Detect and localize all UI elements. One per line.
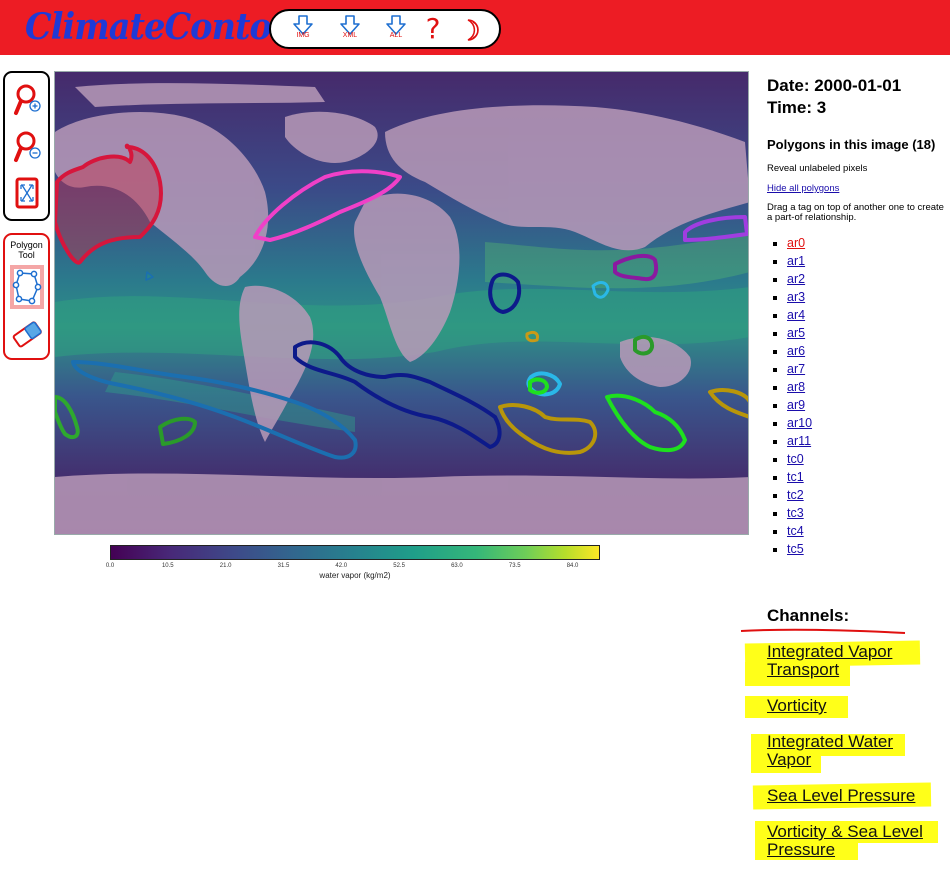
colorbar-tick: 21.0 <box>219 563 232 569</box>
polygon-tag-ar8[interactable]: ar8 <box>787 380 805 394</box>
help-button[interactable]: ? <box>421 11 445 47</box>
download-xml-label: XML <box>342 32 358 39</box>
download-all-button[interactable]: ALL <box>378 14 414 46</box>
polygon-tag-tc5[interactable]: tc5 <box>787 542 804 556</box>
polygon-tag-ar2[interactable]: ar2 <box>787 272 805 286</box>
polygon-tag-list: ar0 ar1 ar2 ar3 ar4 ar5 ar6 ar7 ar8 ar9 … <box>770 234 812 558</box>
channel-integrated-vapor-transport[interactable]: Integrated Vapor Transport <box>767 643 927 679</box>
list-item: ar4 <box>770 306 812 324</box>
list-item: ar5 <box>770 324 812 342</box>
channels-underline <box>740 628 906 634</box>
channel-vorticity[interactable]: Vorticity <box>767 697 827 715</box>
top-bar: ClimateContours IMG XML ALL ? <box>0 0 950 55</box>
polygon-tag-tc0[interactable]: tc0 <box>787 452 804 466</box>
polygon-tag-ar5[interactable]: ar5 <box>787 326 805 340</box>
reveal-unlabeled-pixels[interactable]: Reveal unlabeled pixels <box>767 163 867 174</box>
list-item: ar10 <box>770 414 812 432</box>
list-item: ar2 <box>770 270 812 288</box>
channel-integrated-water-vapor[interactable]: Integrated Water Vapor <box>767 733 917 769</box>
list-item: ar0 <box>770 234 812 252</box>
zoom-out-icon[interactable] <box>13 130 43 164</box>
list-item: tc3 <box>770 504 812 522</box>
polygon-tag-ar6[interactable]: ar6 <box>787 344 805 358</box>
colorbar-tick: 63.0 <box>451 563 463 569</box>
channel-sea-level-pressure[interactable]: Sea Level Pressure <box>767 787 915 805</box>
polygon-tag-ar9[interactable]: ar9 <box>787 398 805 412</box>
colorbar-tick: 10.5 <box>161 563 174 569</box>
channel-vorticity-and-sea-level-pressure[interactable]: Vorticity & Sea Level Pressure <box>767 823 942 859</box>
list-item: ar8 <box>770 378 812 396</box>
list-item: ar3 <box>770 288 812 306</box>
colorbar-tick: 42.0 <box>335 563 348 569</box>
eraser-icon[interactable] <box>10 319 44 349</box>
download-all-label: ALL <box>389 32 403 39</box>
polygon-tag-ar4[interactable]: ar4 <box>787 308 805 322</box>
image-time: Time: 3 <box>767 98 827 117</box>
polygon-tag-ar10[interactable]: ar10 <box>787 416 812 430</box>
toolbar: IMG XML ALL ? <box>269 9 501 49</box>
list-item: ar1 <box>770 252 812 270</box>
polygons-heading: Polygons in this image (18) <box>767 137 936 152</box>
image-date: Date: 2000-01-01 <box>767 76 902 95</box>
download-img-button[interactable]: IMG <box>285 14 321 46</box>
polygon-tag-ar1[interactable]: ar1 <box>787 254 805 268</box>
colorbar-tick: 31.5 <box>277 563 290 569</box>
polygon-tag-ar0[interactable]: ar0 <box>787 236 805 250</box>
polygon-tool-panel: Polygon Tool <box>3 233 50 360</box>
colorbar-tick: 73.5 <box>508 563 521 569</box>
colorbar-tick: 0.0 <box>105 563 115 569</box>
polygon-tag-tc1[interactable]: tc1 <box>787 470 804 484</box>
polygon-tag-ar3[interactable]: ar3 <box>787 290 805 304</box>
list-item: ar7 <box>770 360 812 378</box>
list-item: ar11 <box>770 432 812 450</box>
polygon-tag-tc4[interactable]: tc4 <box>787 524 804 538</box>
list-item: ar9 <box>770 396 812 414</box>
dark-mode-moon-icon[interactable] <box>459 16 487 44</box>
list-item: tc1 <box>770 468 812 486</box>
download-img-label: IMG <box>296 32 310 39</box>
polygon-tag-ar11[interactable]: ar11 <box>787 434 811 448</box>
polygon-tool-title: Polygon Tool <box>10 240 43 260</box>
zoom-in-icon[interactable] <box>13 83 43 117</box>
list-item: tc4 <box>770 522 812 540</box>
hide-all-polygons-link[interactable]: Hide all polygons <box>767 183 839 194</box>
water-vapor-map[interactable] <box>55 72 749 535</box>
channels-heading: Channels: <box>767 606 850 625</box>
list-item: tc2 <box>770 486 812 504</box>
list-item: tc0 <box>770 450 812 468</box>
polygon-tag-tc2[interactable]: tc2 <box>787 488 804 502</box>
list-item: ar6 <box>770 342 812 360</box>
polygon-tag-tc3[interactable]: tc3 <box>787 506 804 520</box>
list-item: tc5 <box>770 540 812 558</box>
colorbar-tick: 84.0 <box>566 563 579 569</box>
drag-hint-text: Drag a tag on top of another one to crea… <box>767 202 944 223</box>
colorbar-tick: 52.5 <box>393 563 405 569</box>
colorbar-label: water vapor (kg/m2) <box>319 571 391 580</box>
download-xml-button[interactable]: XML <box>332 14 368 46</box>
zoom-panel <box>3 71 50 221</box>
polygon-tag-ar7[interactable]: ar7 <box>787 362 805 376</box>
map-canvas[interactable] <box>54 71 749 535</box>
fit-to-screen-icon[interactable] <box>13 177 43 211</box>
polygon-draw-icon[interactable] <box>10 265 44 309</box>
colorbar <box>110 545 600 560</box>
